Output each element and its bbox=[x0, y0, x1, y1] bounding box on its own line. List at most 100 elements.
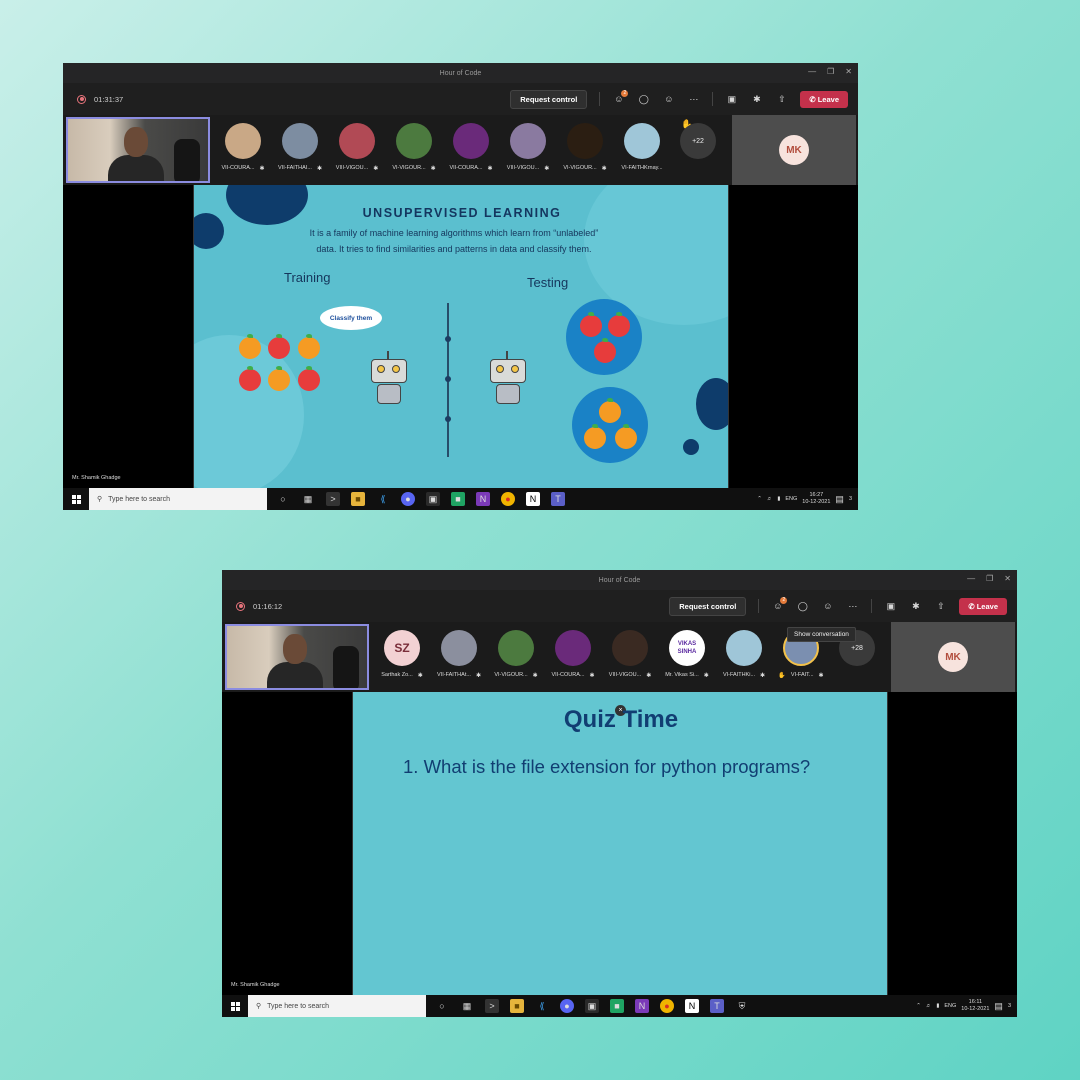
meet-icon[interactable]: ■ bbox=[610, 999, 624, 1013]
camera-off-icon[interactable]: ▣ bbox=[725, 94, 738, 105]
notion-icon[interactable]: N bbox=[685, 999, 699, 1013]
divider-dot bbox=[445, 336, 451, 342]
blob-shape bbox=[696, 378, 728, 430]
teams-icon[interactable]: T bbox=[551, 492, 565, 506]
file-explorer-icon[interactable]: ■ bbox=[510, 999, 524, 1013]
participant-tile[interactable]: VII-COURA... ✱ bbox=[444, 123, 498, 172]
people-icon[interactable]: ☺ 2 bbox=[612, 90, 629, 104]
person-head-shape bbox=[283, 634, 307, 664]
participant-tile[interactable]: VIII-VIGOU... ✱ bbox=[603, 630, 657, 679]
notification-icon[interactable]: ▤ bbox=[835, 494, 844, 505]
vscode-icon[interactable]: ⟪ bbox=[535, 999, 549, 1013]
avatar bbox=[282, 123, 318, 159]
mk-tile[interactable]: MK bbox=[732, 115, 856, 185]
leave-button[interactable]: ✆ Leave bbox=[800, 90, 848, 108]
apple-icon bbox=[268, 334, 290, 359]
participant-tile[interactable]: VI-VIGOUR... ✱ bbox=[558, 123, 612, 172]
orange-cluster bbox=[572, 387, 648, 463]
cortana-icon[interactable]: ○ bbox=[435, 999, 449, 1013]
mk-tile[interactable]: MK bbox=[891, 622, 1015, 692]
participant-name: VII-FAITHAI... bbox=[278, 165, 312, 171]
more-icon[interactable]: ⋯ bbox=[687, 94, 700, 105]
battery-icon[interactable]: ▮ bbox=[777, 496, 780, 502]
discord-icon[interactable]: ● bbox=[401, 492, 415, 506]
meet-icon[interactable]: ■ bbox=[451, 492, 465, 506]
taskbar-search[interactable]: ⚲ Type here to search bbox=[248, 995, 426, 1017]
clock[interactable]: 16:27 10-12-2021 bbox=[802, 492, 830, 506]
participant-tile[interactable]: VII-FAITHAI... ✱ bbox=[273, 123, 327, 172]
mic-off-icon[interactable]: ✱ bbox=[909, 601, 922, 612]
reactions-icon[interactable]: ☺ bbox=[821, 601, 834, 611]
participant-tile[interactable]: VI-FAITHKrnay... bbox=[615, 123, 669, 171]
maximize-icon[interactable]: ❐ bbox=[986, 574, 993, 583]
request-control-button[interactable]: Request control bbox=[510, 89, 588, 109]
maximize-icon[interactable]: ❐ bbox=[827, 67, 834, 76]
share-icon[interactable]: ⇧ bbox=[934, 601, 947, 612]
vscode-icon[interactable]: ⟪ bbox=[376, 492, 390, 506]
participant-tile[interactable]: VI-VIGOUR... ✱ bbox=[387, 123, 441, 172]
cortana-icon[interactable]: ○ bbox=[276, 492, 290, 506]
clock[interactable]: 16:11 10-12-2021 bbox=[961, 999, 989, 1013]
shield-icon[interactable]: ⛨ bbox=[735, 999, 749, 1013]
mic-off-icon[interactable]: ✱ bbox=[750, 94, 763, 105]
minimize-icon[interactable]: — bbox=[967, 574, 975, 583]
reactions-icon[interactable]: ☺ bbox=[662, 94, 675, 104]
task-view-icon[interactable]: ▦ bbox=[460, 999, 474, 1013]
share-icon[interactable]: ⇧ bbox=[775, 94, 788, 105]
terminal-icon[interactable]: > bbox=[485, 999, 499, 1013]
app-icon[interactable]: ▣ bbox=[585, 999, 599, 1013]
participant-tile[interactable]: VIKAS SINHA Mr. Vikas Si... ✱ bbox=[660, 630, 714, 679]
presenter-video[interactable] bbox=[66, 117, 210, 183]
people-icon[interactable]: ☺ 2 bbox=[771, 597, 788, 611]
taskbar-search[interactable]: ⚲ Type here to search bbox=[89, 488, 267, 510]
title-bar: Hour of Code — ❐ ✕ bbox=[222, 570, 1017, 590]
battery-icon[interactable]: ▮ bbox=[936, 1003, 939, 1009]
chat-icon[interactable]: ◯ bbox=[637, 94, 650, 105]
participant-tile[interactable]: VII-COURA... ✱ bbox=[216, 123, 270, 172]
more-participants-button[interactable]: +22 bbox=[680, 123, 716, 159]
apple-icon bbox=[608, 312, 630, 337]
notification-icon[interactable]: ▤ bbox=[994, 1001, 1003, 1012]
more-icon[interactable]: ⋯ bbox=[846, 601, 859, 612]
participant-tile[interactable]: VI-VIGOUR... ✱ bbox=[489, 630, 543, 679]
close-icon[interactable]: ✕ bbox=[1004, 574, 1011, 583]
chevron-up-icon[interactable]: ⌃ bbox=[757, 496, 762, 502]
participant-tile[interactable]: VIII-VIGOU... ✱ bbox=[501, 123, 555, 172]
minimize-icon[interactable]: — bbox=[808, 67, 816, 76]
app-icon[interactable]: ▣ bbox=[426, 492, 440, 506]
task-view-icon[interactable]: ▦ bbox=[301, 492, 315, 506]
windows-logo-icon[interactable] bbox=[63, 494, 89, 504]
camera-off-icon[interactable]: ▣ bbox=[884, 601, 897, 612]
participant-tile[interactable]: VII-FAITHAt... ✱ bbox=[432, 630, 486, 679]
leave-button[interactable]: ✆ Leave bbox=[959, 597, 1007, 615]
divider-dot bbox=[445, 376, 451, 382]
discord-icon[interactable]: ● bbox=[560, 999, 574, 1013]
chrome-icon[interactable]: ● bbox=[660, 999, 674, 1013]
participant-tile[interactable]: VII-COURA... ✱ bbox=[546, 630, 600, 679]
divider bbox=[712, 92, 714, 106]
volume-icon[interactable]: ♬ bbox=[767, 496, 773, 502]
slide-quiz-time: × Quiz Time 1. What is the file extensio… bbox=[352, 692, 888, 995]
file-explorer-icon[interactable]: ■ bbox=[351, 492, 365, 506]
participant-tile[interactable]: VIII-VIGOU... ✱ bbox=[330, 123, 384, 172]
participant-name: VII-COURA... bbox=[221, 165, 255, 171]
windows-logo-icon[interactable] bbox=[222, 1001, 248, 1011]
divider bbox=[599, 92, 601, 106]
chevron-up-icon[interactable]: ⌃ bbox=[916, 1003, 921, 1009]
close-icon[interactable]: ✕ bbox=[845, 67, 852, 76]
onenote-icon[interactable]: N bbox=[635, 999, 649, 1013]
participant-tile[interactable]: VI-FAITHKi... ✱ bbox=[717, 630, 771, 679]
chat-icon[interactable]: ◯ bbox=[796, 601, 809, 612]
presenter-video[interactable] bbox=[225, 624, 369, 690]
terminal-icon[interactable]: > bbox=[326, 492, 340, 506]
onenote-icon[interactable]: N bbox=[476, 492, 490, 506]
participant-tile[interactable]: SZ Sarthak Zo... ✱ bbox=[375, 630, 429, 679]
language-indicator[interactable]: ENG bbox=[944, 1003, 956, 1009]
request-control-button[interactable]: Request control bbox=[669, 596, 747, 616]
teams-icon[interactable]: T bbox=[710, 999, 724, 1013]
chrome-icon[interactable]: ● bbox=[501, 492, 515, 506]
language-indicator[interactable]: ENG bbox=[785, 496, 797, 502]
notion-icon[interactable]: N bbox=[526, 492, 540, 506]
window-title: Hour of Code bbox=[598, 576, 641, 584]
volume-icon[interactable]: ♬ bbox=[926, 1003, 932, 1009]
